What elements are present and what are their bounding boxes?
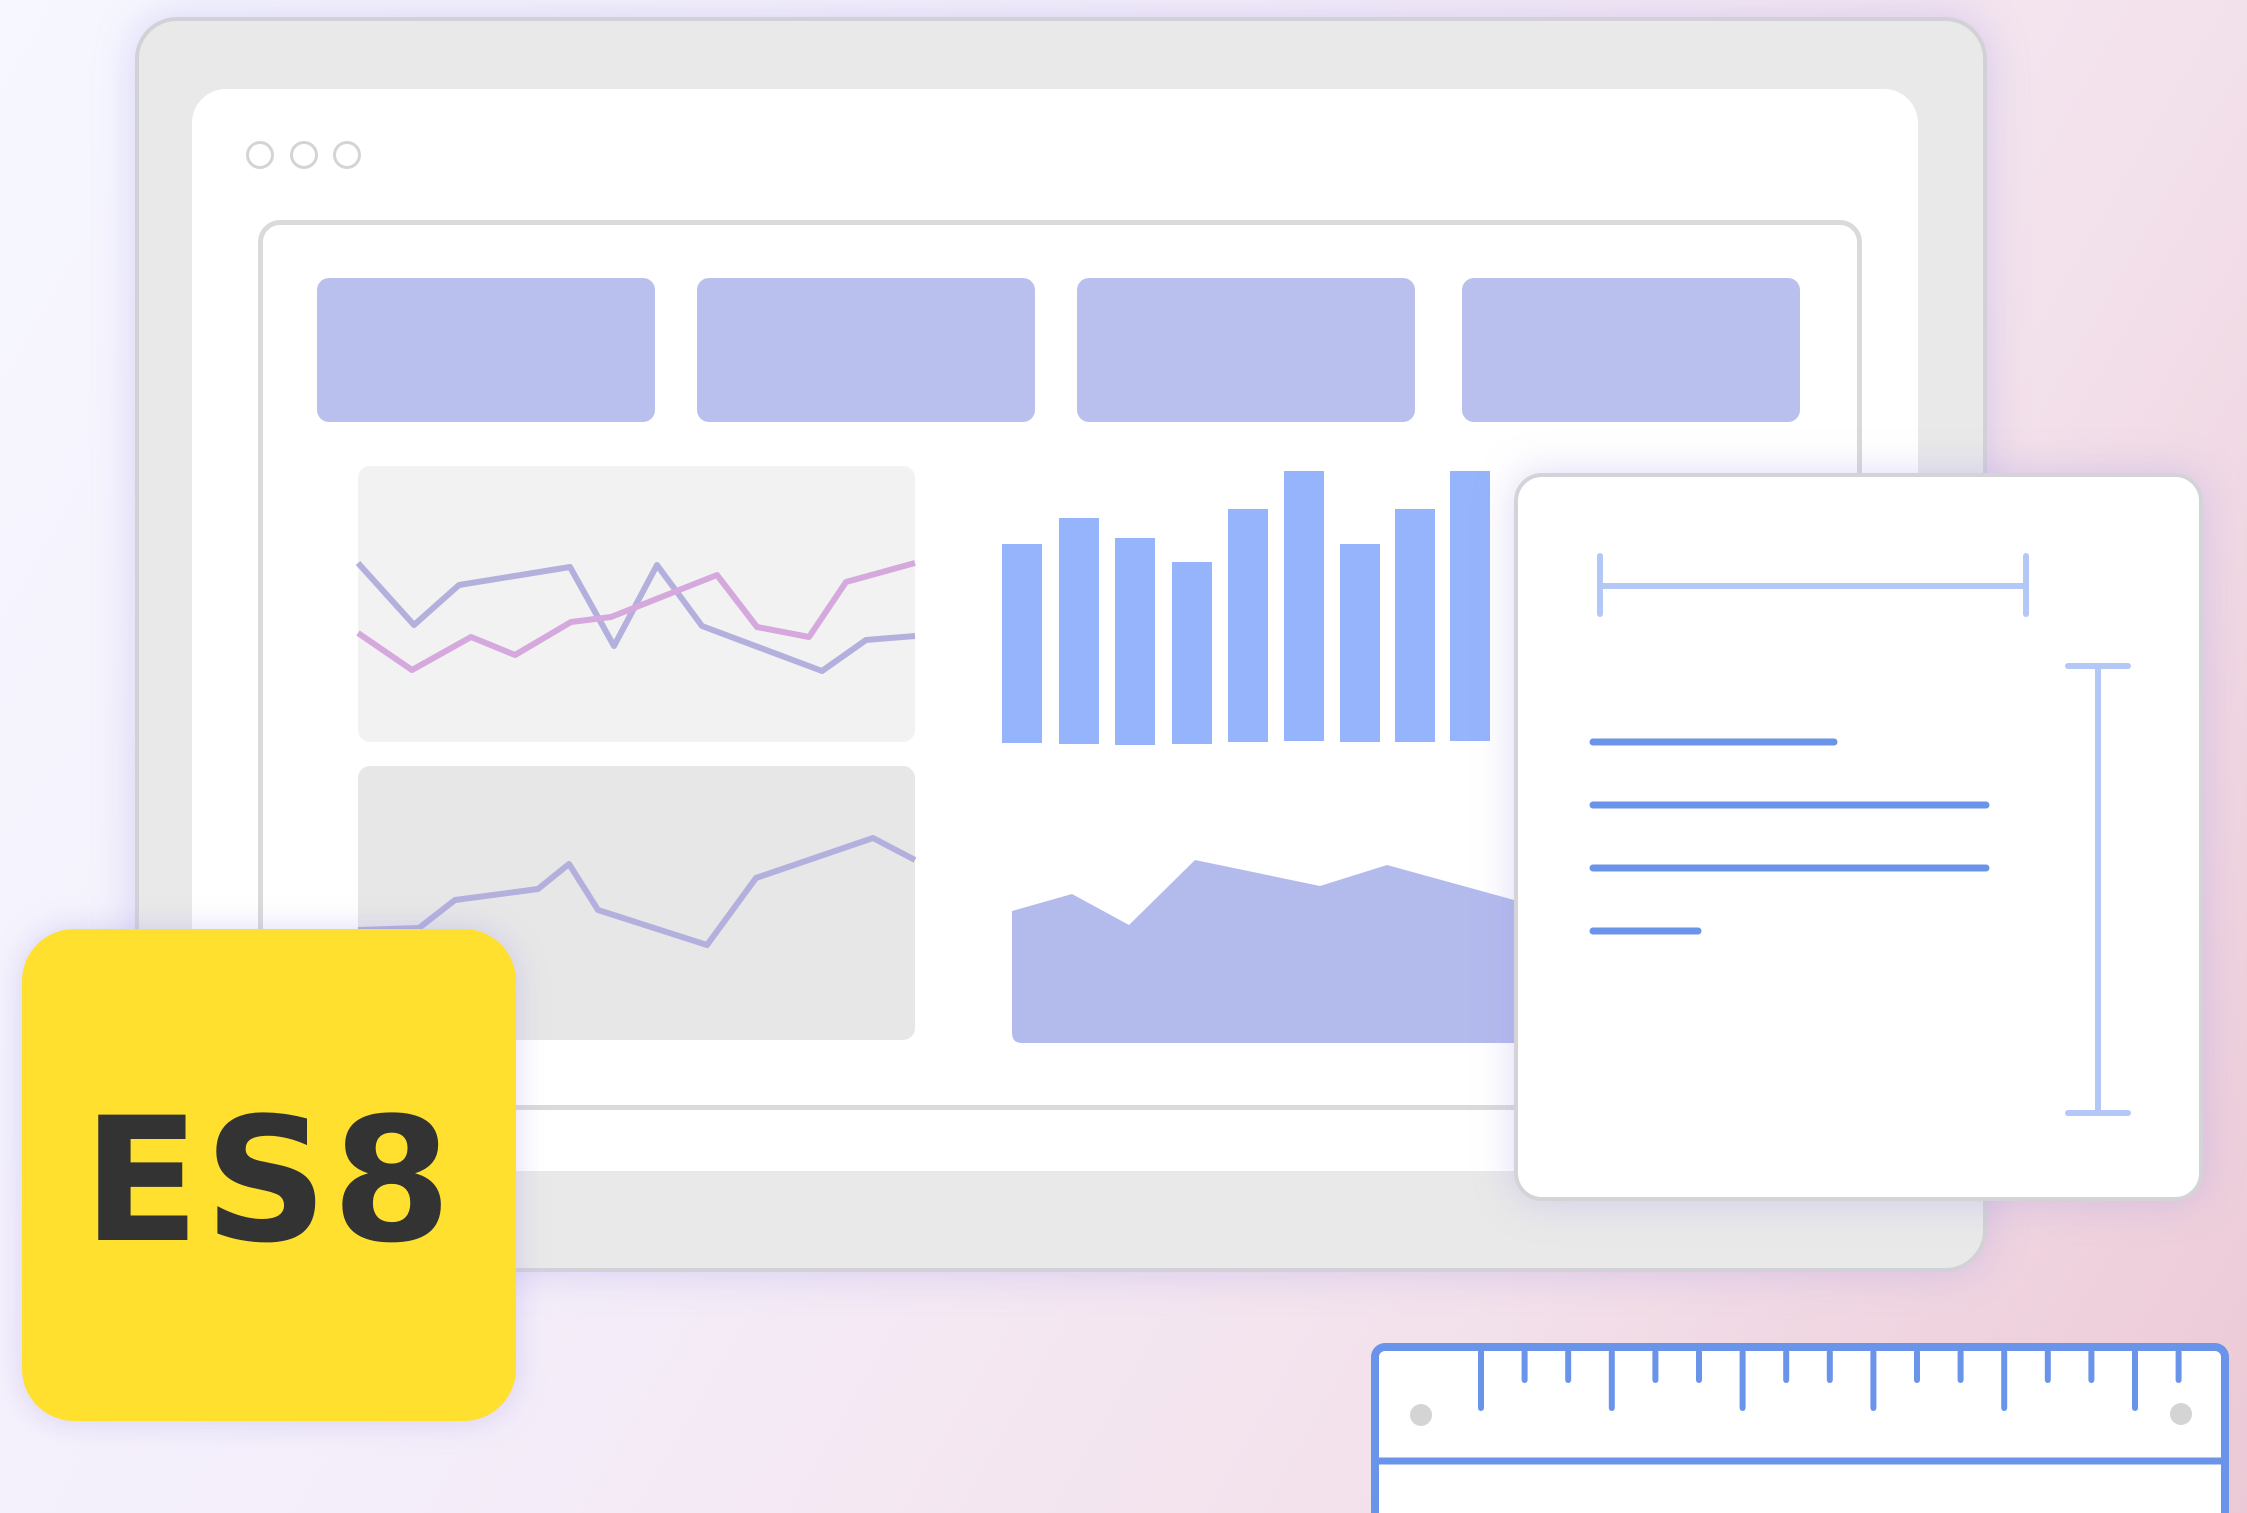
ruler-graphics	[1379, 1349, 2229, 1465]
